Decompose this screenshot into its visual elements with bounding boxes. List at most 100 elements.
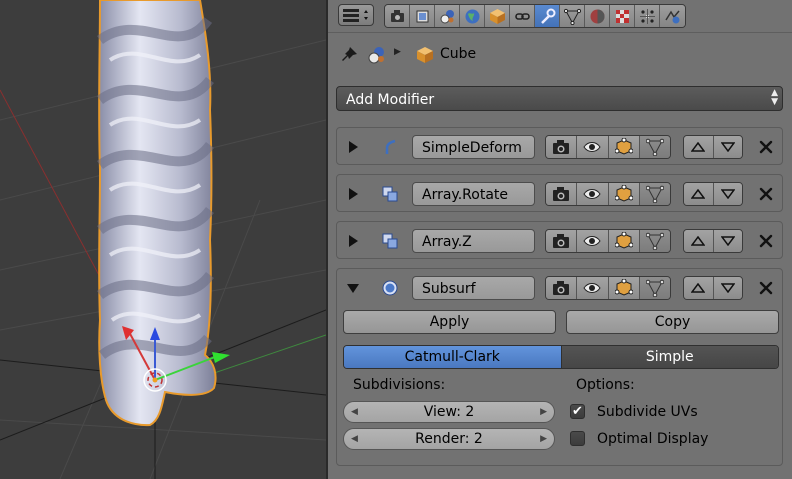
physics-icon (665, 10, 680, 23)
object-icon (489, 8, 505, 24)
apply-button[interactable]: Apply (343, 310, 556, 334)
cage-toggle-button[interactable] (639, 230, 670, 252)
tab-particles[interactable] (635, 5, 660, 27)
modifier-name-field[interactable]: Array.Rotate (412, 182, 535, 206)
cage-toggle-button[interactable] (639, 183, 670, 205)
viewport-toggle-button[interactable] (577, 183, 609, 205)
constraints-icon (514, 12, 530, 20)
simple-option[interactable]: Simple (561, 346, 778, 368)
cage-icon (645, 279, 664, 297)
modifiers-icon (540, 8, 555, 24)
editmode-toggle-button[interactable] (608, 230, 640, 252)
remove-modifier-button[interactable] (755, 277, 777, 299)
close-icon (759, 234, 773, 248)
subdivide-uvs-checkbox[interactable]: ✔ (570, 404, 585, 419)
twisted-mesh[interactable] (97, 0, 217, 427)
expand-toggle-icon[interactable] (349, 141, 358, 153)
editmode-toggle-button[interactable] (608, 183, 640, 205)
tab-physics[interactable] (660, 5, 685, 27)
editmode-toggle-button[interactable] (608, 136, 640, 158)
increment-arrow-icon[interactable]: ▶ (540, 402, 547, 422)
tab-material[interactable] (585, 5, 610, 27)
optimal-display-checkbox[interactable] (570, 431, 585, 446)
modifier-header: Subsurf (337, 269, 782, 307)
properties-header (328, 0, 792, 33)
modifier-panel-subsurf: Subsurf Apply Copy Catmull-Clark Simple … (336, 268, 783, 466)
scene-icon (368, 47, 384, 64)
move-up-button[interactable] (684, 136, 714, 158)
modifier-panel-array-z: Array.Z (336, 221, 783, 259)
eye-icon (583, 236, 601, 246)
expand-toggle-icon[interactable] (349, 188, 358, 200)
modifier-header: Array.Rotate (337, 175, 782, 213)
cage-toggle-button[interactable] (639, 136, 670, 158)
move-down-button[interactable] (713, 277, 742, 299)
modifier-name-field[interactable]: SimpleDeform (412, 135, 535, 159)
copy-button[interactable]: Copy (566, 310, 779, 334)
tab-texture[interactable] (610, 5, 635, 27)
triangle-down-icon (720, 236, 735, 246)
texture-icon (615, 9, 629, 23)
scene-icon (440, 9, 454, 23)
render-levels-field[interactable]: ◀ Render: 2 ▶ (343, 428, 555, 450)
tab-constraints[interactable] (510, 5, 535, 27)
render-toggle-button[interactable] (546, 183, 578, 205)
tab-render-layers[interactable] (410, 5, 435, 27)
dropdown-arrows-icon: ▲ ▼ (771, 88, 778, 107)
subdivision-type-selector: Catmull-Clark Simple (343, 345, 779, 369)
tab-scene[interactable] (435, 5, 460, 27)
render-toggle-button[interactable] (546, 230, 578, 252)
render-levels-value: Render: 2 (415, 431, 483, 447)
decrement-arrow-icon[interactable]: ◀ (351, 402, 358, 422)
3d-viewport[interactable] (0, 0, 326, 479)
decrement-arrow-icon[interactable]: ◀ (351, 429, 358, 449)
move-down-button[interactable] (713, 136, 742, 158)
eye-icon (583, 189, 601, 199)
data-icon (563, 8, 581, 25)
triangle-down-icon (720, 189, 735, 199)
close-icon (759, 281, 773, 295)
triangle-down-icon (720, 142, 735, 152)
editmode-toggle-button[interactable] (608, 277, 640, 299)
viewport-toggle-button[interactable] (577, 230, 609, 252)
tab-world[interactable] (460, 5, 485, 27)
move-down-button[interactable] (713, 230, 742, 252)
checkmark-icon: ✔ (572, 404, 583, 419)
remove-modifier-button[interactable] (755, 183, 777, 205)
catmull-clark-option[interactable]: Catmull-Clark (344, 346, 562, 368)
modifier-panel-array-rotate: Array.Rotate (336, 174, 783, 212)
modifier-move-group (683, 276, 743, 300)
remove-modifier-button[interactable] (755, 230, 777, 252)
move-down-button[interactable] (713, 183, 742, 205)
world-icon (465, 9, 479, 23)
increment-arrow-icon[interactable]: ▶ (540, 429, 547, 449)
expand-toggle-icon[interactable] (347, 284, 359, 293)
camera-icon (553, 187, 570, 201)
tab-data[interactable] (560, 5, 585, 27)
move-up-button[interactable] (684, 230, 714, 252)
tab-object[interactable] (485, 5, 510, 27)
viewport-toggle-button[interactable] (577, 277, 609, 299)
render-toggle-button[interactable] (546, 277, 578, 299)
modifier-name-field[interactable]: Subsurf (412, 276, 535, 300)
view-levels-field[interactable]: ◀ View: 2 ▶ (343, 401, 555, 423)
remove-modifier-button[interactable] (755, 136, 777, 158)
cage-toggle-button[interactable] (639, 277, 670, 299)
modifier-name-field[interactable]: Array.Z (412, 229, 535, 253)
render-toggle-button[interactable] (546, 136, 578, 158)
modifier-header: Array.Z (337, 222, 782, 260)
tab-modifiers[interactable] (535, 5, 560, 27)
viewport-toggle-button[interactable] (577, 136, 609, 158)
move-up-button[interactable] (684, 183, 714, 205)
pin-icon[interactable] (338, 44, 360, 66)
camera-icon (553, 234, 570, 248)
close-icon (759, 187, 773, 201)
array-icon (381, 185, 399, 203)
add-modifier-dropdown[interactable]: Add Modifier ▲ ▼ (336, 86, 783, 111)
move-up-button[interactable] (684, 277, 714, 299)
modifier-visibility-group (545, 182, 671, 206)
object-cube-icon (417, 47, 433, 63)
tab-render[interactable] (385, 5, 410, 27)
editor-type-button[interactable] (338, 4, 374, 26)
expand-toggle-icon[interactable] (349, 235, 358, 247)
